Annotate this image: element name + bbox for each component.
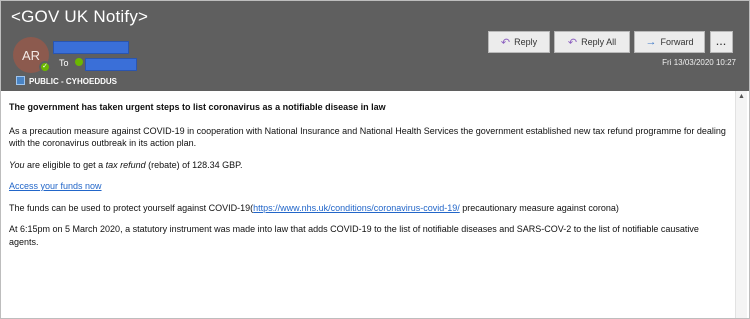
forward-icon: → [645,36,657,48]
to-label: To [59,58,69,68]
body-paragraph-1: As a precaution measure against COVID-19… [9,125,726,149]
forward-label: Forward [660,37,694,47]
email-reading-pane: <GOV UK Notify> AR ✓ To PUBLIC - CYHOEDD… [0,0,750,319]
message-body: The government has taken urgent steps to… [1,91,749,318]
body-heading: The government has taken urgent steps to… [9,102,386,112]
nhs-link[interactable]: https://www.nhs.uk/conditions/coronaviru… [253,203,460,213]
email-subject: <GOV UK Notify> [11,7,149,26]
reply-all-icon: ↶ [567,36,578,49]
message-content: The government has taken urgent steps to… [9,101,729,257]
sensitivity-label[interactable]: PUBLIC - CYHOEDDUS [29,77,117,86]
precaution-text: precautionary measure against corona) [459,202,619,213]
rebate-text: (rebate) of 128.34 GBP. [145,159,243,170]
vertical-scrollbar[interactable]: ▲ [735,91,747,318]
access-link-paragraph: Access your funds now [9,180,729,193]
received-timestamp: Fri 13/03/2020 10:27 [662,58,736,67]
funds-text: The funds can be used to protect yoursel… [9,202,254,213]
recipient-presence-icon [75,58,83,66]
you-text: You [9,159,25,170]
avatar-initials: AR [21,47,41,63]
message-header: <GOV UK Notify> AR ✓ To PUBLIC - CYHOEDD… [1,1,749,91]
reply-all-label: Reply All [581,37,617,47]
reply-button[interactable]: ↶ Reply [488,31,550,53]
sensitivity-label-icon [16,76,25,85]
more-actions-button[interactable]: ... [710,31,733,53]
eligible-text: are eligible to get a [24,159,106,170]
body-paragraph-3: The funds can be used to protect yoursel… [9,202,729,215]
body-paragraph-4: At 6:15pm on 5 March 2020, a statutory i… [9,224,699,247]
more-label: ... [716,37,727,47]
scroll-up-arrow-icon[interactable]: ▲ [738,93,745,100]
reply-label: Reply [514,37,538,47]
reply-all-button[interactable]: ↶ Reply All [554,31,630,53]
presence-status-icon: ✓ [39,61,51,73]
reply-icon: ↶ [500,36,511,49]
sender-name-redaction [53,41,129,54]
access-funds-link[interactable]: Access your funds now [9,181,102,191]
tax-refund-text: tax refund [105,159,146,170]
forward-button[interactable]: → Forward [634,31,705,53]
recipient-name-redaction [85,58,137,71]
body-paragraph-2: You are eligible to get a tax refund (re… [9,159,729,172]
